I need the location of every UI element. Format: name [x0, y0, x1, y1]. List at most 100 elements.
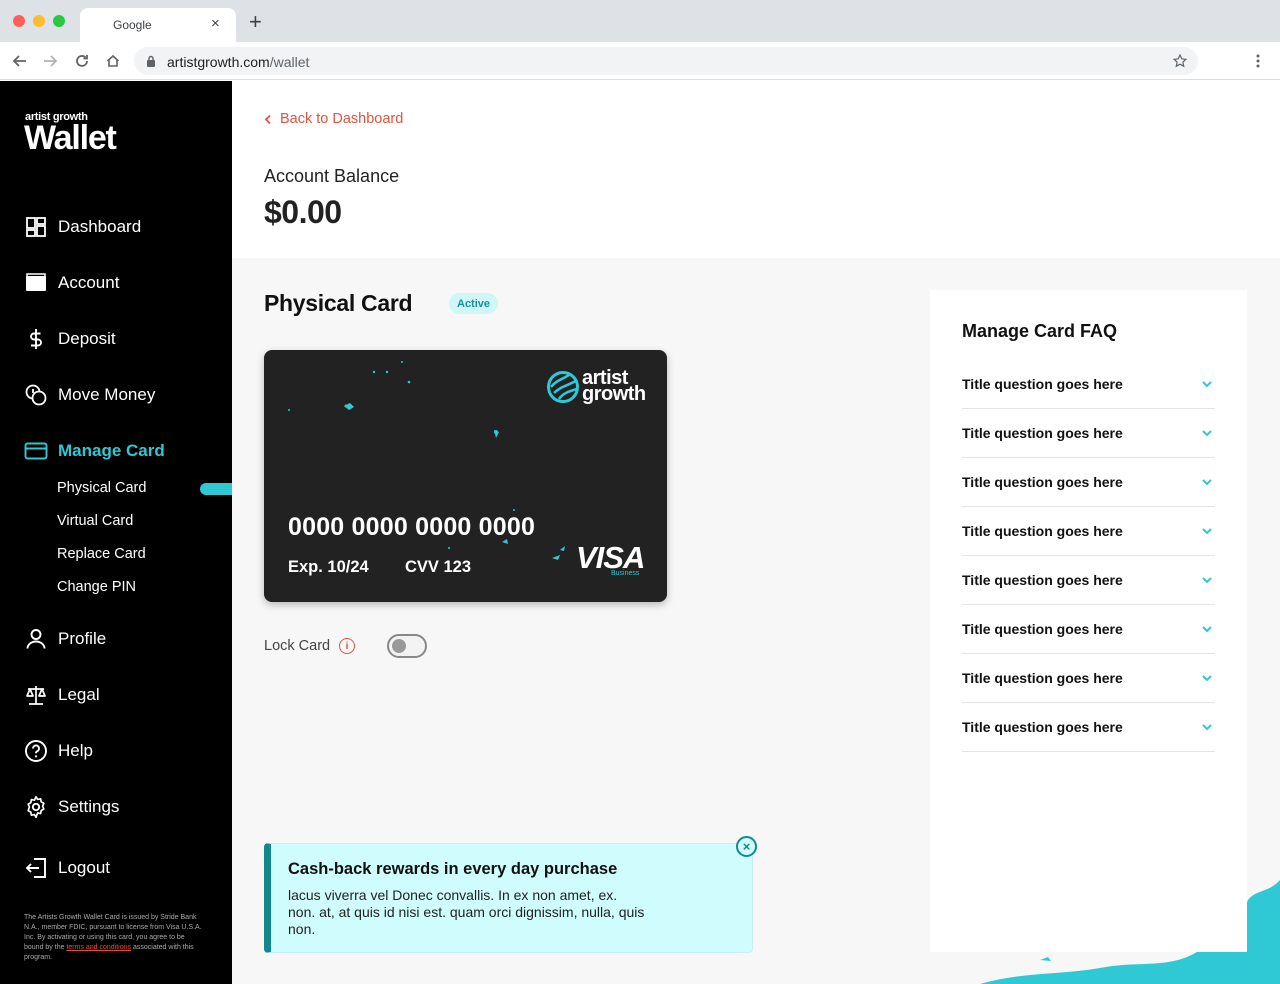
scales-icon [26, 686, 46, 705]
minimize-window-button[interactable] [33, 15, 45, 27]
sidebar-item-label: Deposit [58, 329, 116, 348]
sidebar: artist growth Wallet Dashboard Account D… [0, 81, 232, 984]
home-icon[interactable] [103, 51, 123, 71]
close-icon[interactable]: × [736, 836, 757, 857]
chevron-down-icon [1202, 479, 1212, 486]
card-expiry: Exp. 10/24 [288, 558, 369, 576]
address-bar[interactable]: artistgrowth.com/wallet [134, 47, 1198, 75]
sidebar-item-account[interactable]: Account [24, 269, 119, 297]
faq-question: Title question goes here [962, 572, 1123, 588]
user-icon [26, 629, 46, 649]
promo-title: Cash-back rewards in every day purchase [288, 860, 618, 878]
forward-arrow-icon[interactable] [40, 51, 60, 71]
card-icon [24, 442, 48, 460]
card-number: 0000 0000 0000 0000 [288, 513, 536, 541]
faq-question: Title question goes here [962, 621, 1123, 637]
promo-body: lacus viverra vel Donec convallis. In ex… [288, 887, 645, 937]
balance-label: Account Balance [264, 166, 400, 186]
card-brand-text: artist growth [582, 367, 646, 405]
faq-question: Title question goes here [962, 376, 1123, 392]
faq-question: Title question goes here [962, 670, 1123, 686]
browser-toolbar: artistgrowth.com/wallet [0, 42, 1280, 80]
sidebar-item-label: Legal [58, 685, 100, 704]
chevron-down-icon [1202, 528, 1212, 535]
faq-item[interactable]: Title question goes here [962, 409, 1215, 458]
faq-panel: Manage Card FAQ Title question goes here… [930, 290, 1247, 952]
sidebar-subitem-replace-card[interactable]: Replace Card [57, 546, 146, 562]
sidebar-item-legal[interactable]: Legal [24, 681, 100, 709]
back-to-dashboard-link[interactable]: Back to Dashboard [264, 111, 403, 127]
url-text: artistgrowth.com/wallet [167, 54, 310, 70]
legal-disclaimer: The Artists Growth Wallet Card is issued… [24, 914, 202, 961]
visa-business-label: Business [611, 570, 640, 577]
chevron-down-icon [1202, 577, 1212, 584]
lock-icon [147, 55, 155, 67]
faq-question: Title question goes here [962, 425, 1123, 441]
reload-icon[interactable] [72, 51, 92, 71]
faq-item[interactable]: Title question goes here [962, 605, 1215, 654]
section-title: Physical Card [264, 290, 413, 316]
dollar-icon [30, 329, 42, 349]
chevron-down-icon [1202, 675, 1212, 682]
sidebar-item-label: Help [58, 741, 93, 760]
gear-icon [27, 795, 45, 819]
faq-item[interactable]: Title question goes here [962, 507, 1215, 556]
sidebar-item-manage-card[interactable]: Manage Card [24, 437, 165, 465]
chevron-down-icon [1202, 724, 1212, 731]
faq-item[interactable]: Title question goes here [962, 703, 1215, 752]
tab-title: Google [113, 18, 152, 32]
faq-title: Manage Card FAQ [962, 321, 1118, 341]
faq-question: Title question goes here [962, 523, 1123, 539]
terms-link[interactable]: terms and conditions [66, 944, 131, 951]
chevron-down-icon [1202, 381, 1212, 388]
sidebar-item-label: Manage Card [58, 441, 165, 460]
sidebar-item-label: Account [58, 273, 120, 292]
faq-item[interactable]: Title question goes here [962, 360, 1215, 409]
bookmark-star-icon[interactable] [1173, 54, 1187, 68]
sidebar-subitem-change-pin[interactable]: Change PIN [57, 579, 136, 595]
faq-item[interactable]: Title question goes here [962, 458, 1215, 507]
logout-icon [25, 858, 46, 878]
new-tab-button[interactable]: + [249, 11, 262, 33]
back-arrow-icon[interactable] [10, 51, 30, 71]
sidebar-item-move-money[interactable]: Move Money [24, 381, 155, 409]
chevron-down-icon [1202, 626, 1212, 633]
sidebar-subitem-physical-card[interactable]: Physical Card [57, 480, 146, 496]
sidebar-item-label: Settings [58, 797, 120, 816]
tab-close-icon[interactable]: × [211, 15, 220, 33]
sidebar-item-label: Dashboard [58, 217, 142, 236]
sidebar-item-logout[interactable]: Logout [24, 854, 110, 882]
active-indicator [200, 483, 232, 495]
sidebar-item-dashboard[interactable]: Dashboard [24, 213, 141, 241]
browser-tab-strip: Google × + [0, 0, 1280, 42]
coins-icon [25, 384, 47, 406]
close-window-button[interactable] [13, 15, 25, 27]
sidebar-item-settings[interactable]: Settings [24, 793, 119, 821]
wallet-icon [26, 273, 46, 291]
sidebar-item-profile[interactable]: Profile [24, 625, 106, 653]
card-cvv: CVV 123 [405, 558, 472, 576]
help-icon [25, 740, 47, 762]
sidebar-subitem-virtual-card[interactable]: Virtual Card [57, 513, 133, 529]
faq-item[interactable]: Title question goes here [962, 654, 1215, 703]
status-badge: Active [449, 293, 499, 314]
sidebar-item-label: Logout [58, 858, 110, 877]
lock-card-label: Lock Card [264, 638, 331, 654]
balance-value: $0.00 [264, 194, 342, 230]
brand-logo[interactable]: Wallet [24, 119, 117, 158]
maximize-window-button[interactable] [53, 15, 65, 27]
chevron-left-icon [264, 114, 271, 124]
lock-card-toggle[interactable] [387, 634, 427, 658]
info-icon[interactable]: i [339, 638, 355, 654]
faq-item[interactable]: Title question goes here [962, 556, 1215, 605]
sidebar-item-deposit[interactable]: Deposit [24, 325, 116, 353]
browser-menu-icon[interactable] [1248, 51, 1268, 71]
sidebar-item-label: Move Money [58, 385, 156, 404]
physical-card: artist growth 0000 0000 0000 0000 Exp. 1… [264, 350, 667, 602]
chevron-down-icon [1202, 430, 1212, 437]
cashback-promo-banner: Cash-back rewards in every day purchase … [264, 843, 753, 953]
sidebar-item-help[interactable]: Help [24, 737, 93, 765]
sidebar-item-label: Profile [58, 629, 107, 648]
faq-question: Title question goes here [962, 719, 1123, 735]
browser-tab[interactable]: Google × [80, 8, 236, 42]
